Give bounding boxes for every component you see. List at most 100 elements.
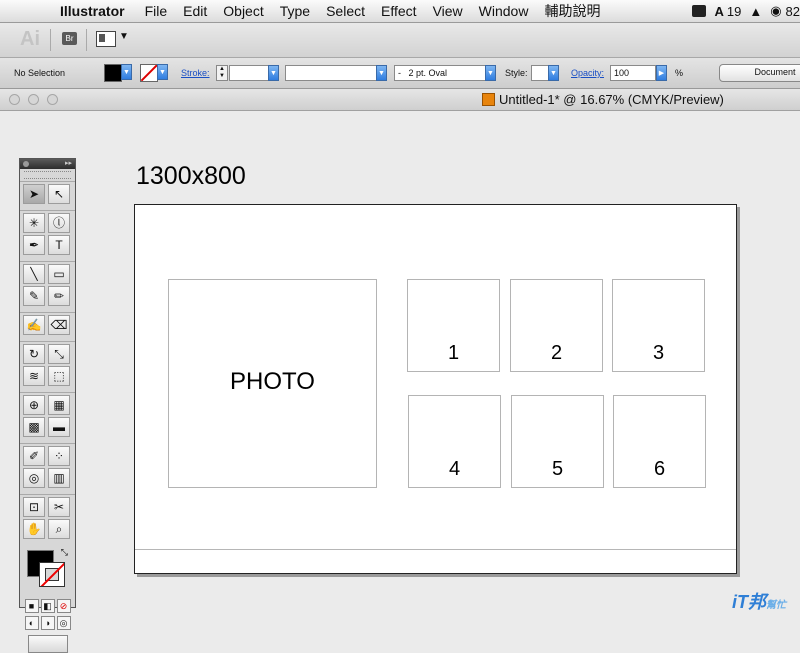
menu-effect[interactable]: Effect bbox=[373, 3, 425, 19]
stroke-color-swatch[interactable] bbox=[140, 64, 158, 82]
rotate-tool[interactable]: ↻ bbox=[23, 344, 45, 364]
camera-icon[interactable] bbox=[692, 5, 707, 17]
adobe-icon[interactable]: A bbox=[714, 4, 723, 19]
opacity-field[interactable]: 100 bbox=[610, 65, 656, 81]
thumbnail-slot-1[interactable]: 1 bbox=[407, 279, 500, 372]
column-graph-tool[interactable]: ▥ bbox=[48, 468, 70, 488]
type-tool[interactable]: T bbox=[48, 235, 70, 255]
width-tool[interactable]: ≋ bbox=[23, 366, 45, 386]
mesh-tool[interactable]: ▩ bbox=[23, 417, 45, 437]
variable-width-field[interactable] bbox=[285, 65, 377, 81]
guide-line[interactable] bbox=[135, 549, 736, 550]
menu-bar: Illustrator File Edit Object Type Select… bbox=[0, 0, 800, 23]
scale-icon: ⤡ bbox=[54, 347, 64, 361]
opacity-arrow-icon[interactable]: ▶ bbox=[656, 65, 667, 81]
menu-window[interactable]: Window bbox=[471, 3, 537, 19]
photo-frame[interactable]: PHOTO bbox=[168, 279, 377, 488]
blob-brush-icon: ✍ bbox=[26, 318, 42, 332]
pen-icon: ✒ bbox=[28, 238, 40, 252]
artboard[interactable]: PHOTO 1 2 3 4 5 6 bbox=[134, 204, 737, 574]
zoom-window-button[interactable] bbox=[47, 94, 58, 105]
fill-dropdown-icon[interactable]: ▼ bbox=[121, 64, 132, 80]
tool-group: ╲ ▭ ✎ ✏ bbox=[20, 261, 75, 308]
none-mode-icon[interactable]: ⊘ bbox=[56, 599, 71, 613]
panel-grip[interactable] bbox=[24, 171, 71, 179]
menu-select[interactable]: Select bbox=[318, 3, 373, 19]
collapse-panel-icon[interactable]: ▸▸ bbox=[65, 159, 72, 167]
arrange-documents-icon[interactable] bbox=[96, 31, 116, 47]
draw-normal-icon[interactable]: ◐ bbox=[24, 616, 39, 630]
zoom-tool[interactable]: ⌕ bbox=[48, 519, 70, 539]
stroke-weight-stepper[interactable]: ▲ ▼ bbox=[216, 65, 228, 81]
drive-icon[interactable]: ▲ bbox=[749, 4, 762, 19]
menu-view[interactable]: View bbox=[425, 3, 471, 19]
pencil-tool[interactable]: ✏ bbox=[48, 286, 70, 306]
stroke-dropdown-icon[interactable]: ▼ bbox=[157, 64, 168, 80]
lasso-tool[interactable]: ⓛ bbox=[48, 213, 70, 233]
blob-brush-tool[interactable]: ✍ bbox=[23, 315, 45, 335]
color-mode-row: ■ ◧ ⊘ bbox=[20, 599, 75, 613]
divider bbox=[86, 29, 87, 51]
chevron-down-icon[interactable]: ▼ bbox=[119, 31, 129, 42]
magic-wand-tool[interactable]: ✳ bbox=[23, 213, 45, 233]
document-setup-button[interactable]: Document bbox=[719, 64, 800, 82]
style-swatch[interactable] bbox=[531, 65, 549, 81]
draw-behind-icon[interactable]: ◑ bbox=[40, 616, 55, 630]
opacity-link[interactable]: Opacity: bbox=[571, 68, 604, 78]
close-panel-icon[interactable] bbox=[23, 161, 29, 167]
thumbnail-slot-3[interactable]: 3 bbox=[612, 279, 705, 372]
hand-icon: ✋ bbox=[26, 522, 42, 536]
artboard-tool[interactable]: ⊡ bbox=[23, 497, 45, 517]
selection-tool[interactable]: ➤ bbox=[23, 184, 45, 204]
scale-tool[interactable]: ⤡ bbox=[48, 344, 70, 364]
minimize-window-button[interactable] bbox=[28, 94, 39, 105]
menu-object[interactable]: Object bbox=[215, 3, 271, 19]
tools-panel-header[interactable]: ▸▸ bbox=[20, 159, 75, 169]
menu-help[interactable]: 輔助說明 bbox=[536, 1, 608, 21]
thumbnail-slot-4[interactable]: 4 bbox=[408, 395, 501, 488]
brush-dropdown-icon[interactable]: ▼ bbox=[485, 65, 496, 81]
stroke-color-box[interactable] bbox=[39, 562, 65, 587]
thumbnail-slot-5[interactable]: 5 bbox=[511, 395, 604, 488]
blend-tool[interactable]: ⁘ bbox=[48, 446, 70, 466]
free-transform-tool[interactable]: ⬚ bbox=[48, 366, 70, 386]
symbol-sprayer-icon: ◎ bbox=[28, 471, 40, 485]
gradient-tool[interactable]: ▬ bbox=[48, 417, 70, 437]
screen-mode-button[interactable] bbox=[27, 635, 68, 653]
direct-selection-tool[interactable]: ↖ bbox=[48, 184, 70, 204]
eyedropper-tool[interactable]: ✐ bbox=[23, 446, 45, 466]
menu-type[interactable]: Type bbox=[272, 3, 318, 19]
bridge-button[interactable]: Br bbox=[62, 32, 77, 45]
variable-width-dropdown-icon[interactable]: ▼ bbox=[376, 65, 387, 81]
menu-edit[interactable]: Edit bbox=[175, 3, 215, 19]
adobe-count: 19 bbox=[726, 3, 742, 19]
stroke-weight-dropdown-icon[interactable]: ▼ bbox=[268, 65, 279, 81]
brush-definition-field[interactable]: - 2 pt. Oval bbox=[394, 65, 486, 81]
selection-status: No Selection bbox=[14, 68, 66, 78]
line-tool[interactable]: ╲ bbox=[23, 264, 45, 284]
fill-color-swatch[interactable] bbox=[104, 64, 122, 82]
timemachine-icon[interactable]: ◉ bbox=[770, 3, 781, 19]
stroke-weight-field[interactable] bbox=[229, 65, 269, 81]
pen-tool[interactable]: ✒ bbox=[23, 235, 45, 255]
swap-colors-icon[interactable]: ⤡ bbox=[61, 547, 68, 558]
style-dropdown-icon[interactable]: ▼ bbox=[548, 65, 559, 81]
perspective-grid-tool[interactable]: ▦ bbox=[48, 395, 70, 415]
menubar-status-area: A 19 ▲ ◉ 82 bbox=[684, 0, 800, 22]
menu-app-name[interactable]: Illustrator bbox=[52, 3, 137, 19]
stroke-link[interactable]: Stroke: bbox=[181, 68, 210, 78]
thumbnail-slot-2[interactable]: 2 bbox=[510, 279, 603, 372]
paintbrush-tool[interactable]: ✎ bbox=[23, 286, 45, 306]
eraser-tool[interactable]: ⌫ bbox=[48, 315, 70, 335]
close-window-button[interactable] bbox=[9, 94, 20, 105]
shape-builder-tool[interactable]: ⊕ bbox=[23, 395, 45, 415]
gradient-mode-icon[interactable]: ◧ bbox=[40, 599, 55, 613]
draw-inside-icon[interactable]: ◎ bbox=[56, 616, 71, 630]
menu-file[interactable]: File bbox=[137, 3, 176, 19]
rectangle-tool[interactable]: ▭ bbox=[48, 264, 70, 284]
hand-tool[interactable]: ✋ bbox=[23, 519, 45, 539]
slice-tool[interactable]: ✂ bbox=[48, 497, 70, 517]
thumbnail-slot-6[interactable]: 6 bbox=[613, 395, 706, 488]
symbol-sprayer-tool[interactable]: ◎ bbox=[23, 468, 45, 488]
color-mode-icon[interactable]: ■ bbox=[24, 599, 39, 613]
